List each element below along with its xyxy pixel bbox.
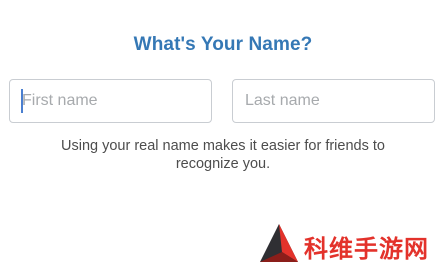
watermark: 科维手游网 <box>258 222 442 264</box>
name-fields <box>9 79 439 123</box>
first-name-input[interactable] <box>9 79 212 123</box>
watermark-text: 科维手游网 <box>304 236 429 263</box>
helper-text: Using your real name makes it easier for… <box>61 138 385 172</box>
text-cursor <box>21 89 23 113</box>
last-name-input[interactable] <box>232 79 435 123</box>
page-title: What's Your Name? <box>133 34 313 55</box>
triangle-logo-icon <box>260 224 298 262</box>
